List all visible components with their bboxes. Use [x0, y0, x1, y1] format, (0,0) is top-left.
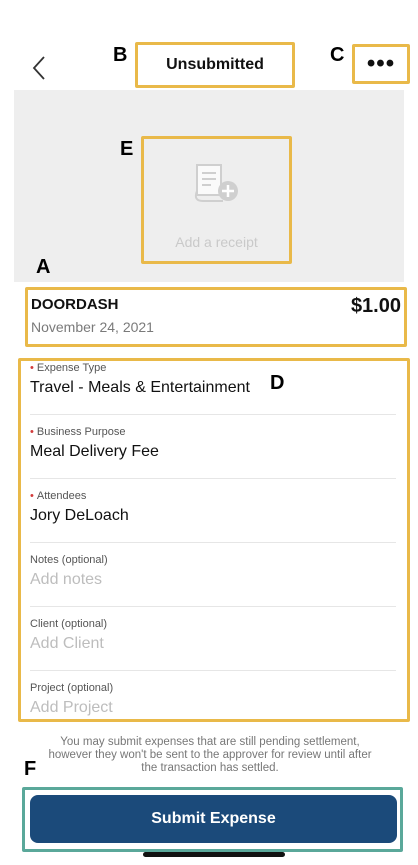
- highlight-merchant: [25, 287, 407, 347]
- highlight-more: [352, 44, 410, 84]
- settlement-note: You may submit expenses that are still p…: [48, 736, 372, 774]
- home-indicator: [143, 852, 285, 857]
- callout-b: B: [113, 44, 128, 66]
- highlight-form: [18, 358, 410, 722]
- highlight-receipt: [141, 136, 292, 264]
- submit-expense-button[interactable]: Submit Expense: [30, 795, 397, 843]
- callout-a: A: [36, 256, 51, 278]
- back-chevron-icon[interactable]: [28, 54, 50, 82]
- callout-d: D: [270, 372, 285, 394]
- highlight-title: [135, 42, 295, 88]
- callout-f: F: [24, 758, 37, 780]
- callout-c: C: [330, 44, 345, 66]
- callout-e: E: [120, 138, 134, 160]
